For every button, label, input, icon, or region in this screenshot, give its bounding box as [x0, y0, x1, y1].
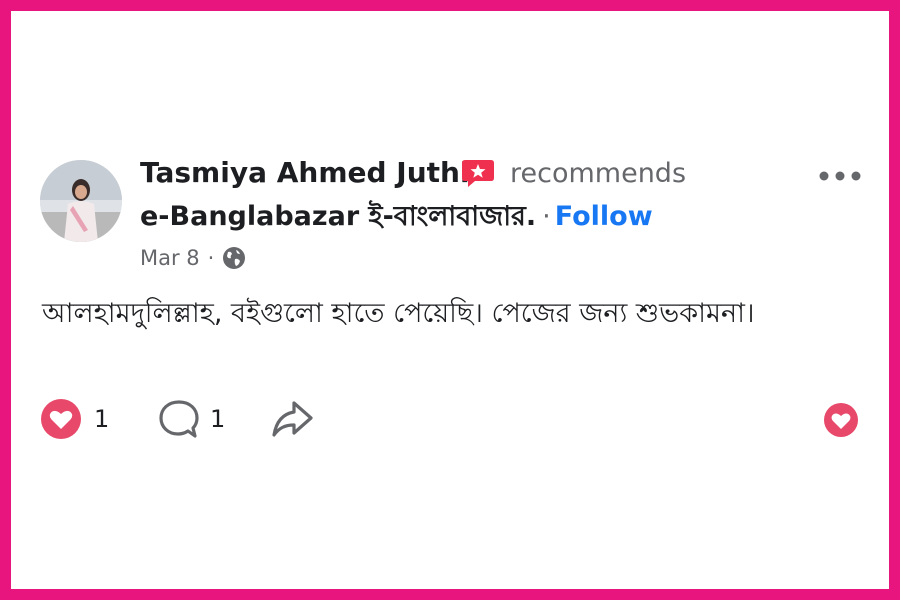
page-name-link[interactable]: e-Banglabazar ই-বাংলাবাজার. — [140, 201, 536, 232]
meta-separator: · — [207, 246, 215, 270]
love-react-button-icon[interactable] — [823, 402, 859, 438]
author-name[interactable]: Tasmiya Ahmed Juthi — [140, 156, 470, 189]
comment-count[interactable]: 1 — [210, 405, 225, 433]
post-meta: Mar 8 · — [140, 246, 246, 270]
reaction-count[interactable]: 1 — [94, 405, 109, 433]
love-reaction-icon[interactable] — [40, 398, 82, 440]
recommends-text: recommends — [510, 158, 687, 189]
follow-button[interactable]: Follow — [555, 201, 653, 232]
action-bar: 1 1 — [0, 396, 900, 444]
page-line: e-Banglabazar ই-বাংলাবাজার. · Follow — [140, 196, 653, 241]
comment-icon[interactable] — [157, 398, 201, 440]
separator-dot: · — [542, 201, 551, 232]
recommend-badge-icon — [462, 160, 494, 187]
post-body-text: আলহামদুলিল্লাহ, বইগুলো হাতে পেয়েছি। পেজ… — [42, 298, 755, 329]
share-icon[interactable] — [270, 398, 316, 440]
post-date[interactable]: Mar 8 — [140, 246, 200, 270]
avatar-photo — [40, 160, 122, 242]
more-options-icon[interactable] — [818, 164, 862, 188]
globe-icon — [223, 247, 246, 269]
author-avatar[interactable] — [40, 160, 122, 242]
